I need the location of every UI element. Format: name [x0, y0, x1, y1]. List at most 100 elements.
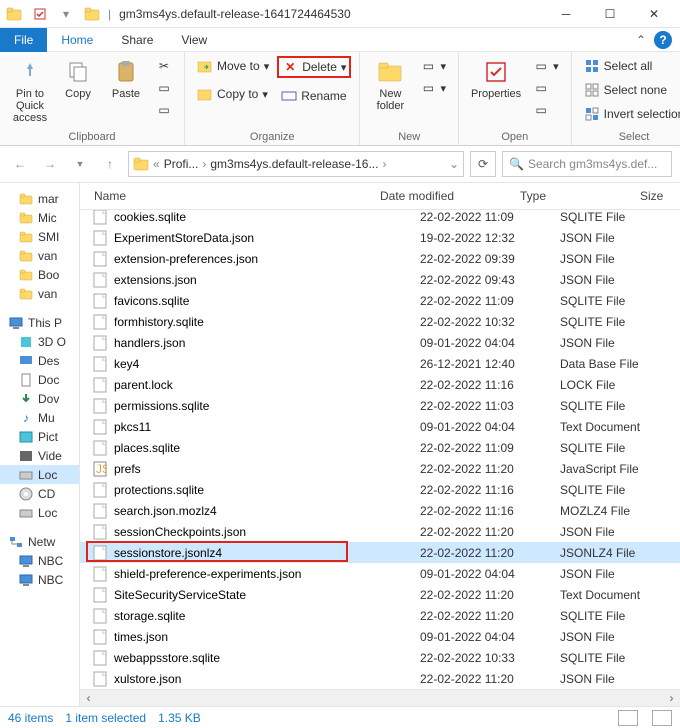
nav-item[interactable]: Netw: [0, 532, 79, 551]
copy-path-button[interactable]: ▭: [152, 78, 176, 98]
nav-item[interactable]: Des: [0, 351, 79, 370]
open-button[interactable]: ▭▾: [529, 56, 563, 76]
scroll-right-icon[interactable]: ›: [663, 691, 680, 705]
file-row[interactable]: xulstore.json22-02-2022 11:20JSON File: [80, 668, 680, 689]
address-dropdown-icon[interactable]: ⌄: [449, 157, 459, 171]
file-row[interactable]: sessionstore.jsonlz422-02-2022 11:20JSON…: [80, 542, 680, 563]
file-row[interactable]: extensions.json22-02-2022 09:43JSON File: [80, 269, 680, 290]
address-bar[interactable]: « Profi... › gm3ms4ys.default-release-16…: [128, 151, 464, 177]
file-row[interactable]: key426-12-2021 12:40Data Base File: [80, 353, 680, 374]
file-row[interactable]: pkcs1109-01-2022 04:04Text Document: [80, 416, 680, 437]
cut-button[interactable]: ✂: [152, 56, 176, 76]
pin-to-quick-access-button[interactable]: Pin to Quick access: [8, 56, 52, 126]
column-header-name[interactable]: Name: [80, 189, 380, 203]
minimize-button[interactable]: ─: [544, 0, 588, 28]
column-header-type[interactable]: Type: [520, 189, 640, 203]
file-row[interactable]: ExperimentStoreData.json19-02-2022 12:32…: [80, 227, 680, 248]
file-row[interactable]: sessionCheckpoints.json22-02-2022 11:20J…: [80, 521, 680, 542]
paste-button[interactable]: Paste: [104, 56, 148, 102]
scroll-left-icon[interactable]: ‹: [80, 691, 97, 705]
nav-item[interactable]: van: [0, 284, 79, 303]
details-view-button[interactable]: [618, 710, 638, 726]
tab-share[interactable]: Share: [107, 29, 167, 51]
nav-item[interactable]: Vide: [0, 446, 79, 465]
maximize-button[interactable]: ☐: [588, 0, 632, 28]
icons-view-button[interactable]: [652, 710, 672, 726]
file-row[interactable]: cookies.sqlite22-02-2022 11:09SQLITE Fil…: [80, 210, 680, 227]
collapse-ribbon-icon[interactable]: ⌃: [636, 33, 646, 47]
select-all-button[interactable]: Select all: [580, 56, 680, 76]
nav-item[interactable]: This P: [0, 313, 79, 332]
column-header-date[interactable]: Date modified: [380, 189, 520, 203]
file-row[interactable]: formhistory.sqlite22-02-2022 10:32SQLITE…: [80, 311, 680, 332]
nav-item[interactable]: Boo: [0, 265, 79, 284]
rename-button[interactable]: Rename: [277, 86, 351, 106]
edit-button[interactable]: ▭: [529, 78, 563, 98]
recent-dropdown[interactable]: ▼: [68, 152, 92, 176]
refresh-button[interactable]: ⟳: [470, 151, 496, 177]
select-none-button[interactable]: Select none: [580, 80, 680, 100]
nav-item[interactable]: van: [0, 246, 79, 265]
column-header-size[interactable]: Size: [640, 189, 680, 203]
back-button[interactable]: ←: [8, 152, 32, 176]
nav-item[interactable]: Doc: [0, 370, 79, 389]
properties-button[interactable]: Properties: [467, 56, 525, 102]
new-folder-button[interactable]: New folder: [368, 56, 412, 114]
nav-item[interactable]: Mic: [0, 208, 79, 227]
up-button[interactable]: ↑: [98, 152, 122, 176]
file-row[interactable]: storage.sqlite22-02-2022 11:20SQLITE Fil…: [80, 605, 680, 626]
file-row[interactable]: places.sqlite22-02-2022 11:09SQLITE File: [80, 437, 680, 458]
file-row[interactable]: webappsstore.sqlite22-02-2022 10:33SQLIT…: [80, 647, 680, 668]
file-row[interactable]: handlers.json09-01-2022 04:04JSON File: [80, 332, 680, 353]
nav-item[interactable]: Pict: [0, 427, 79, 446]
new-item-button[interactable]: ▭▾: [416, 56, 450, 76]
history-button[interactable]: ▭: [529, 100, 563, 120]
file-row[interactable]: shield-preference-experiments.json09-01-…: [80, 563, 680, 584]
chevron-icon[interactable]: ›: [382, 157, 386, 171]
nav-item[interactable]: mar: [0, 189, 79, 208]
tab-home[interactable]: Home: [47, 29, 107, 51]
nav-item[interactable]: Loc: [0, 465, 79, 484]
nav-item[interactable]: 3D O: [0, 332, 79, 351]
qat-properties-icon[interactable]: [30, 4, 50, 24]
forward-button[interactable]: →: [38, 152, 62, 176]
file-row[interactable]: times.json09-01-2022 04:04JSON File: [80, 626, 680, 647]
file-row[interactable]: SiteSecurityServiceState22-02-2022 11:20…: [80, 584, 680, 605]
paste-shortcut-button[interactable]: ▭: [152, 100, 176, 120]
file-row[interactable]: parent.lock22-02-2022 11:16LOCK File: [80, 374, 680, 395]
delete-button[interactable]: ✕Delete ▾: [277, 56, 351, 78]
search-input[interactable]: 🔍 Search gm3ms4ys.def...: [502, 151, 672, 177]
file-row[interactable]: favicons.sqlite22-02-2022 11:09SQLITE Fi…: [80, 290, 680, 311]
breadcrumb[interactable]: Profi...: [164, 157, 199, 171]
nav-item[interactable]: NBC: [0, 570, 79, 589]
nav-item[interactable]: NBC: [0, 551, 79, 570]
nav-item-icon: [18, 429, 34, 445]
file-row[interactable]: search.json.mozlz422-02-2022 11:16MOZLZ4…: [80, 500, 680, 521]
file-tab[interactable]: File: [0, 28, 47, 52]
close-button[interactable]: ✕: [632, 0, 676, 28]
breadcrumb[interactable]: gm3ms4ys.default-release-16...: [210, 157, 378, 171]
nav-item[interactable]: Dov: [0, 389, 79, 408]
help-icon[interactable]: ?: [654, 31, 672, 49]
tab-view[interactable]: View: [167, 29, 221, 51]
move-to-button[interactable]: Move to ▾: [193, 56, 273, 76]
file-row[interactable]: permissions.sqlite22-02-2022 11:03SQLITE…: [80, 395, 680, 416]
chevron-icon[interactable]: «: [153, 157, 160, 171]
file-icon: [92, 503, 108, 519]
horizontal-scrollbar[interactable]: ‹ ›: [80, 689, 680, 706]
nav-item[interactable]: ♪Mu: [0, 408, 79, 427]
file-list[interactable]: cookies.sqlite22-02-2022 11:09SQLITE Fil…: [80, 210, 680, 689]
nav-item[interactable]: SMI: [0, 227, 79, 246]
file-row[interactable]: JSprefs22-02-2022 11:20JavaScript File: [80, 458, 680, 479]
file-row[interactable]: protections.sqlite22-02-2022 11:16SQLITE…: [80, 479, 680, 500]
nav-item[interactable]: CD: [0, 484, 79, 503]
easy-access-button[interactable]: ▭▾: [416, 78, 450, 98]
file-row[interactable]: extension-preferences.json22-02-2022 09:…: [80, 248, 680, 269]
invert-selection-button[interactable]: Invert selection: [580, 104, 680, 124]
nav-item[interactable]: Loc: [0, 503, 79, 522]
qat-dropdown-icon[interactable]: ▾: [56, 4, 76, 24]
chevron-icon[interactable]: ›: [202, 157, 206, 171]
copy-button[interactable]: Copy: [56, 56, 100, 102]
navigation-pane[interactable]: marMicSMIvanBoovanThis P3D ODesDocDov♪Mu…: [0, 183, 80, 706]
copy-to-button[interactable]: Copy to ▾: [193, 84, 273, 104]
